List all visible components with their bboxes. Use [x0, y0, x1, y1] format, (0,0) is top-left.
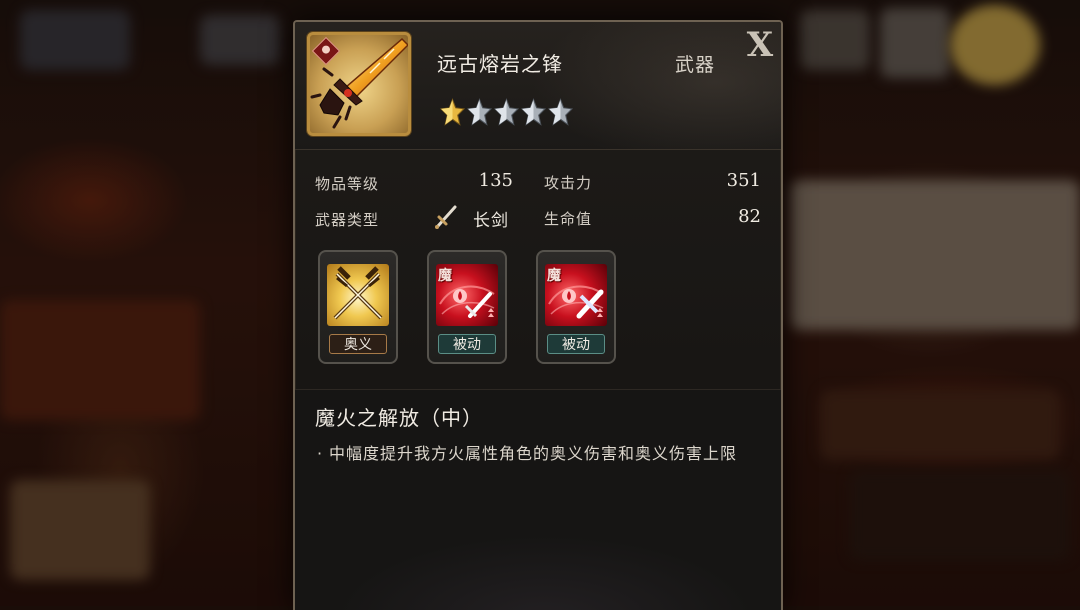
skill-tag-passive: 被动: [438, 334, 496, 354]
crossed-swords-icon: [327, 264, 389, 326]
star-rating: [440, 98, 573, 126]
fire-sword-passive-icon: 魔: [436, 264, 498, 326]
skill-description-text: 中幅度提升我方火属性角色的奥义伤害和奥义伤害上限: [329, 444, 738, 463]
close-button[interactable]: X: [743, 28, 777, 62]
star-empty-icon: [494, 98, 519, 126]
skill-slot-passive-1[interactable]: 魔 被动: [427, 250, 507, 364]
item-level-label: 物品等级: [315, 175, 380, 193]
item-category: 武器: [675, 54, 716, 76]
star-filled-icon: [440, 98, 465, 126]
longsword-icon: [435, 205, 457, 229]
weapon-type-value: 长剑: [473, 211, 509, 231]
skill-description: 魔火之解放（中） · 中幅度提升我方火属性角色的奥义伤害和奥义伤害上限: [295, 389, 781, 610]
demon-badge: 魔: [438, 268, 452, 284]
hp-label: 生命值: [544, 210, 593, 228]
skill-title: 魔火之解放（中）: [315, 406, 483, 430]
star-empty-icon: [467, 98, 492, 126]
skill-tag-ougi: 奥义: [329, 334, 387, 354]
item-level-value: 135: [478, 170, 513, 191]
item-header: 远古熔岩之锋 武器 X: [295, 22, 781, 150]
demon-badge: 魔: [547, 268, 561, 284]
skill-tag-passive: 被动: [547, 334, 605, 354]
skill-slot-ougi[interactable]: 奥义: [318, 250, 398, 364]
fire-sword-passive-icon: 魔: [545, 264, 607, 326]
bullet: ·: [317, 444, 323, 463]
star-empty-icon: [521, 98, 546, 126]
item-name: 远古熔岩之锋: [437, 52, 563, 76]
skill-slot-passive-2[interactable]: 魔 被动: [536, 250, 616, 364]
attack-value: 351: [726, 170, 761, 191]
item-detail-panel: 远古熔岩之锋 武器 X 物品等级 135 攻击力 351 武器类型 长剑 生命值…: [293, 20, 783, 610]
weapon-type-label: 武器类型: [315, 211, 380, 229]
flame-sword-icon: [307, 32, 411, 136]
star-empty-icon: [548, 98, 573, 126]
attack-label: 攻击力: [544, 174, 593, 192]
hp-value: 82: [738, 206, 761, 227]
